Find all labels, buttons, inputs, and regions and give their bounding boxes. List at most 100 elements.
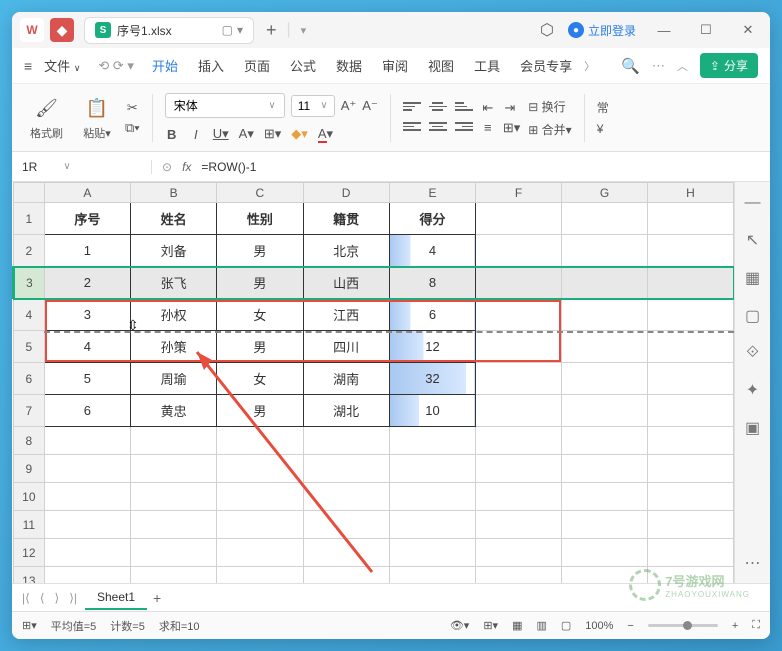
fx-label[interactable]: fx [182,160,191,174]
merge-cells-button[interactable]: ⊞ 合并▾ [528,121,571,138]
underline-button[interactable]: U▾ [213,126,229,142]
cell[interactable]: 8 [389,267,475,299]
collapse-ribbon-icon[interactable]: ︿ [677,58,688,74]
menu-formula[interactable]: 公式 [282,52,324,79]
document-tab[interactable]: S 序号1.xlsx ▢ ▾ [84,17,254,44]
cell[interactable]: 姓名 [130,203,216,235]
panel-funnel-icon[interactable]: ⟐ [746,344,759,362]
cell[interactable]: 男 [217,235,303,267]
col-header-D[interactable]: D [303,183,389,203]
orientation-icon[interactable]: ⊞▾ [503,120,520,136]
cell[interactable]: 湖南 [303,363,389,395]
decrease-font-icon[interactable]: A⁻ [362,98,378,114]
cell[interactable]: 4 [389,235,475,267]
justify-icon[interactable]: ≡ [481,120,495,136]
strikethrough-button[interactable]: A▾ [239,126,254,142]
row-header[interactable]: 10 [14,483,45,511]
cell[interactable]: 3 [44,299,130,331]
status-eye-icon[interactable]: 👁▾ [450,619,470,632]
spreadsheet-grid[interactable]: A B C D E F G H 1 序号 姓名 性别 籍贯 得分 2 [12,182,734,583]
col-header-H[interactable]: H [647,183,733,203]
row-header[interactable]: 13 [14,567,45,584]
row-header[interactable]: 7 [14,395,45,427]
font-name-select[interactable]: 宋体∨ [165,93,285,118]
panel-apps-icon[interactable]: ▦ [745,268,760,288]
panel-book-icon[interactable]: ▣ [745,418,760,438]
cell-ref-dropdown-icon[interactable]: ∨ [63,161,70,172]
zoom-out-button[interactable]: − [627,620,633,632]
row-header[interactable]: 5 [14,331,45,363]
cell[interactable]: 32 [389,363,475,395]
cell[interactable]: 孙策 [130,331,216,363]
sheet-nav-prev[interactable]: ⟨ [38,591,47,605]
panel-minimize-icon[interactable]: — [745,194,761,212]
cell[interactable]: 5 [44,363,130,395]
add-sheet-button[interactable]: + [153,590,161,606]
cell[interactable]: 2 [44,267,130,299]
zoom-level[interactable]: 100% [585,620,613,632]
cell[interactable]: 得分 [389,203,475,235]
wrap-text-button[interactable]: ⊟ 换行 [528,98,571,115]
cell[interactable]: 刘备 [130,235,216,267]
sheet-nav-first[interactable]: |⟨ [20,591,32,605]
cell[interactable]: 男 [217,395,303,427]
cell[interactable]: 男 [217,331,303,363]
row-header[interactable]: 2 [14,235,45,267]
zoom-slider[interactable] [648,624,718,627]
cell[interactable]: 黄忠 [130,395,216,427]
align-right-icon[interactable] [455,120,473,134]
cell[interactable]: 湖北 [303,395,389,427]
cell[interactable]: 女 [217,299,303,331]
view-reader-icon[interactable]: ▢ [561,619,571,632]
panel-tools-icon[interactable]: ✦ [746,380,759,400]
row-header[interactable]: 12 [14,539,45,567]
menu-tools[interactable]: 工具 [466,52,508,79]
cell[interactable]: 孙权 [130,299,216,331]
menu-review[interactable]: 审阅 [374,52,416,79]
align-top-icon[interactable] [403,100,421,114]
cell[interactable]: 性别 [217,203,303,235]
number-format-button[interactable]: 常 [597,99,609,116]
formula-input[interactable]: =ROW()-1 [201,160,256,174]
row-header[interactable]: 11 [14,511,45,539]
zoom-in-button[interactable]: + [732,620,738,632]
copy-icon[interactable]: ⧉▾ [125,120,140,136]
italic-button[interactable]: I [189,127,203,142]
border-button[interactable]: ⊞▾ [264,126,281,142]
tab-monitor-icon[interactable]: ▢ [222,23,233,37]
formula-expand-icon[interactable]: ⊙ [162,160,172,174]
menu-start[interactable]: 开始 [144,52,186,79]
row-header[interactable]: 4 [14,299,45,331]
fullscreen-icon[interactable]: ⛶ [752,619,760,632]
cell[interactable]: 女 [217,363,303,395]
row-header-selected[interactable]: 3 [14,267,45,299]
bold-button[interactable]: B [165,127,179,142]
menu-more-icon[interactable]: ⋯ [652,58,665,74]
col-header-A[interactable]: A [44,183,130,203]
cut-icon[interactable]: ✂ [125,100,140,116]
align-left-icon[interactable] [403,120,421,134]
col-header-F[interactable]: F [476,183,562,203]
cell[interactable]: 四川 [303,331,389,363]
menu-history[interactable]: ⟲ ⟳ ▾ [98,58,134,74]
align-center-icon[interactable] [429,120,447,134]
menu-page[interactable]: 页面 [236,52,278,79]
tab-dropdown-icon[interactable]: ▾ [237,23,243,37]
col-header-G[interactable]: G [561,183,647,203]
font-size-select[interactable]: 11∨ [291,95,335,117]
paste-group[interactable]: 📋 粘贴▾ [77,95,117,141]
minimize-button[interactable]: — [650,23,678,38]
new-tab-button[interactable]: + [266,20,277,41]
status-mode-icon[interactable]: ⊞▾ [22,619,37,632]
cell-reference-box[interactable]: 1R ∨ [12,160,152,174]
cell[interactable]: 1 [44,235,130,267]
cell[interactable]: 序号 [44,203,130,235]
close-button[interactable]: ✕ [734,22,762,38]
row-header[interactable]: 8 [14,427,45,455]
menu-scroll-right[interactable]: 〉 [584,58,595,74]
increase-font-icon[interactable]: A⁺ [341,98,357,114]
login-button[interactable]: ● 立即登录 [568,22,636,39]
cell[interactable]: 张飞 [130,267,216,299]
panel-more-icon[interactable]: ⋯ [745,553,761,573]
panel-clipboard-icon[interactable]: ▢ [745,306,760,326]
